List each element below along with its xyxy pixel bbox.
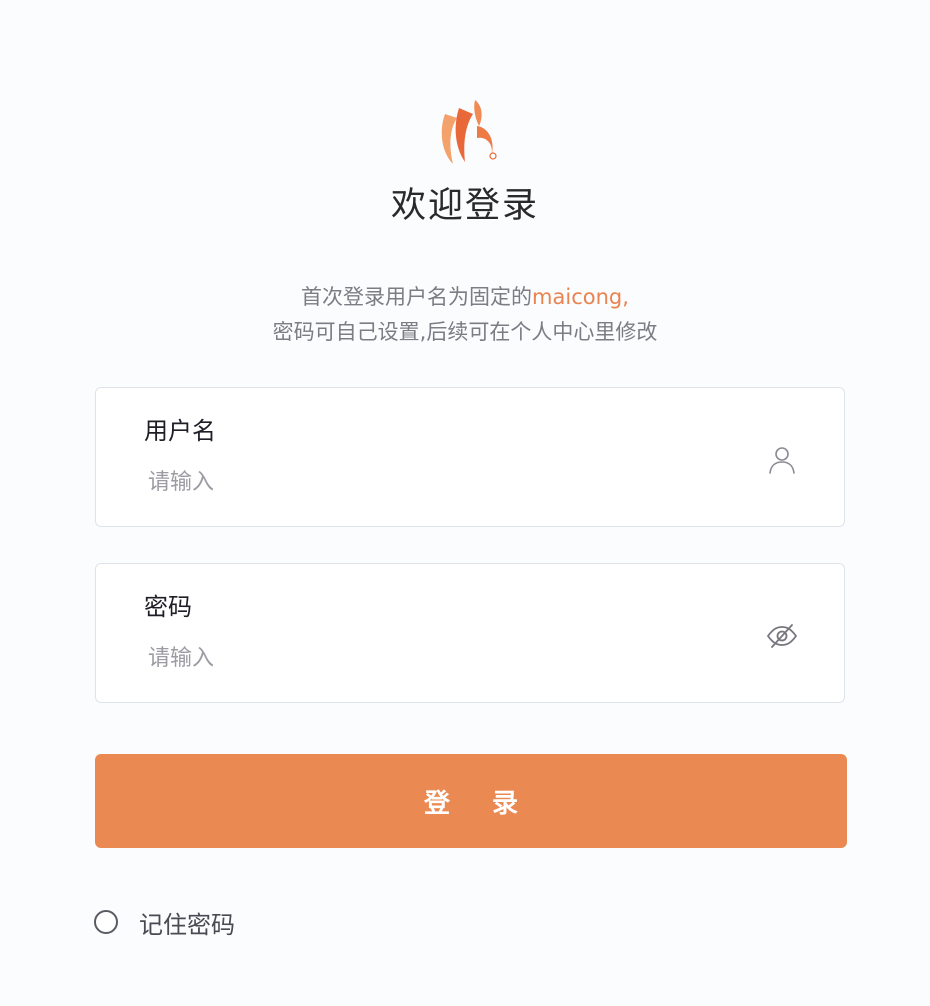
login-button[interactable]: 登录 <box>95 754 847 848</box>
remember-password-radio[interactable] <box>94 910 118 934</box>
login-hint-line-2: 密码可自己设置,后续可在个人中心里修改 <box>272 320 658 344</box>
hint-suffix: , <box>622 285 629 309</box>
password-field[interactable]: 密码 <box>95 563 845 703</box>
password-label: 密码 <box>144 593 192 621</box>
user-icon <box>769 447 795 474</box>
login-page: 欢迎登录 首次登录用户名为固定的maicong, 密码可自己设置,后续可在个人中… <box>0 0 930 1006</box>
username-input[interactable] <box>148 462 708 502</box>
remember-password-option[interactable]: 记住密码 <box>94 905 235 939</box>
login-hint-line-1: 首次登录用户名为固定的maicong, <box>0 280 930 315</box>
page-title: 欢迎登录 <box>390 186 539 226</box>
hint-brand-username: maicong <box>532 285 623 309</box>
username-label: 用户名 <box>144 417 216 445</box>
hint-prefix: 首次登录用户名为固定的 <box>301 285 533 309</box>
login-hint: 首次登录用户名为固定的maicong, 密码可自己设置,后续可在个人中心里修改 <box>0 280 930 350</box>
password-input[interactable] <box>148 638 708 678</box>
eye-off-icon[interactable] <box>766 620 798 652</box>
logo-icon <box>441 100 497 164</box>
username-field[interactable]: 用户名 <box>95 387 845 527</box>
remember-password-label: 记住密码 <box>139 910 235 939</box>
